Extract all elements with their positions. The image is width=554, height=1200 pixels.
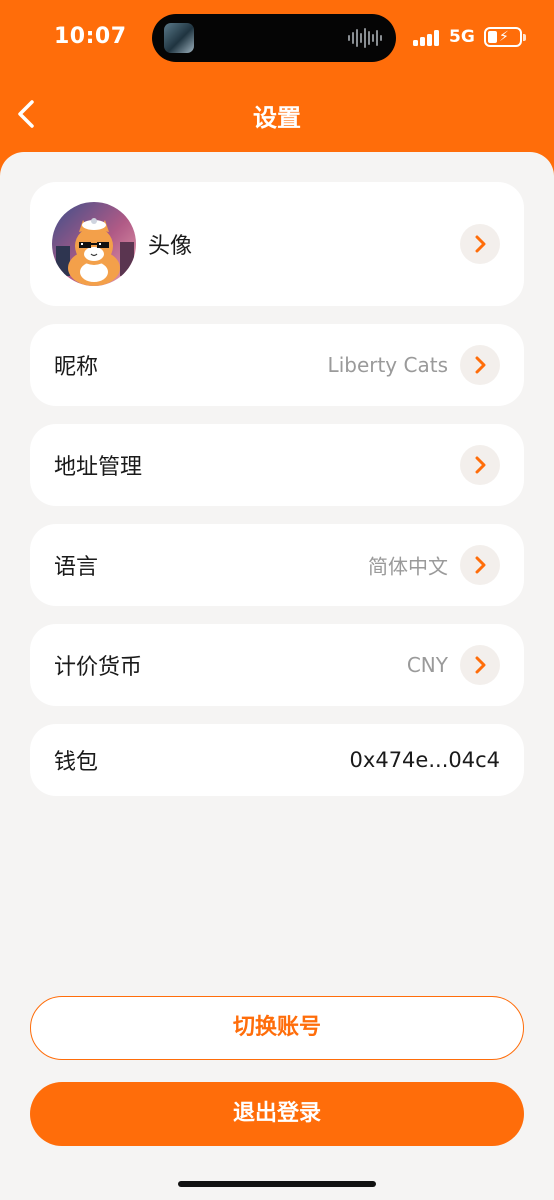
avatar-label: 头像 bbox=[148, 234, 193, 259]
wallet-label: 钱包 bbox=[54, 750, 99, 775]
dynamic-island[interactable] bbox=[152, 14, 396, 62]
avatar-chevron-button[interactable] bbox=[460, 224, 500, 264]
address-chevron-button[interactable] bbox=[460, 445, 500, 485]
chevron-right-icon bbox=[475, 556, 486, 574]
nickname-chevron-button[interactable] bbox=[460, 345, 500, 385]
nickname-row[interactable]: 昵称 Liberty Cats bbox=[30, 324, 524, 406]
chevron-right-icon bbox=[475, 235, 486, 253]
address-label: 地址管理 bbox=[54, 455, 143, 480]
language-value: 简体中文 bbox=[368, 554, 448, 579]
now-playing-artwork bbox=[164, 23, 194, 53]
chevron-right-icon bbox=[475, 656, 486, 674]
language-label: 语言 bbox=[54, 555, 99, 580]
settings-content: 头像 昵称 Liberty Cats 地址管理 语言 简体中文 计价货币 CNY… bbox=[0, 152, 554, 1200]
home-indicator[interactable] bbox=[178, 1181, 376, 1187]
currency-row[interactable]: 计价货币 CNY bbox=[30, 624, 524, 706]
currency-value: CNY bbox=[406, 653, 448, 677]
language-row[interactable]: 语言 简体中文 bbox=[30, 524, 524, 606]
settings-screen: 10:07 5G ⚡ 设置 头像 昵称 Liberty Cats 地址管理 语言… bbox=[0, 0, 554, 1200]
nickname-label: 昵称 bbox=[54, 355, 99, 380]
wallet-address[interactable]: 0x474e...04c4 bbox=[350, 748, 500, 772]
nickname-value: Liberty Cats bbox=[327, 353, 448, 377]
network-type: 5G bbox=[449, 27, 475, 47]
status-time: 10:07 bbox=[54, 24, 127, 49]
status-bar: 10:07 5G ⚡ bbox=[0, 0, 554, 78]
cellular-signal-icon bbox=[413, 30, 441, 46]
avatar-row[interactable]: 头像 bbox=[30, 182, 524, 306]
logout-button[interactable]: 退出登录 bbox=[30, 1082, 524, 1146]
switch-account-button[interactable]: 切换账号 bbox=[30, 996, 524, 1060]
currency-chevron-button[interactable] bbox=[460, 645, 500, 685]
avatar bbox=[52, 202, 136, 286]
audio-waveform-icon bbox=[348, 27, 382, 49]
wallet-row[interactable]: 钱包 0x474e...04c4 bbox=[30, 724, 524, 796]
currency-label: 计价货币 bbox=[54, 655, 143, 680]
chevron-right-icon bbox=[475, 356, 486, 374]
chevron-right-icon bbox=[475, 456, 486, 474]
charging-bolt-icon: ⚡ bbox=[499, 29, 509, 45]
language-chevron-button[interactable] bbox=[460, 545, 500, 585]
battery-icon: ⚡ bbox=[484, 27, 526, 47]
page-title: 设置 bbox=[253, 104, 301, 132]
address-row[interactable]: 地址管理 bbox=[30, 424, 524, 506]
